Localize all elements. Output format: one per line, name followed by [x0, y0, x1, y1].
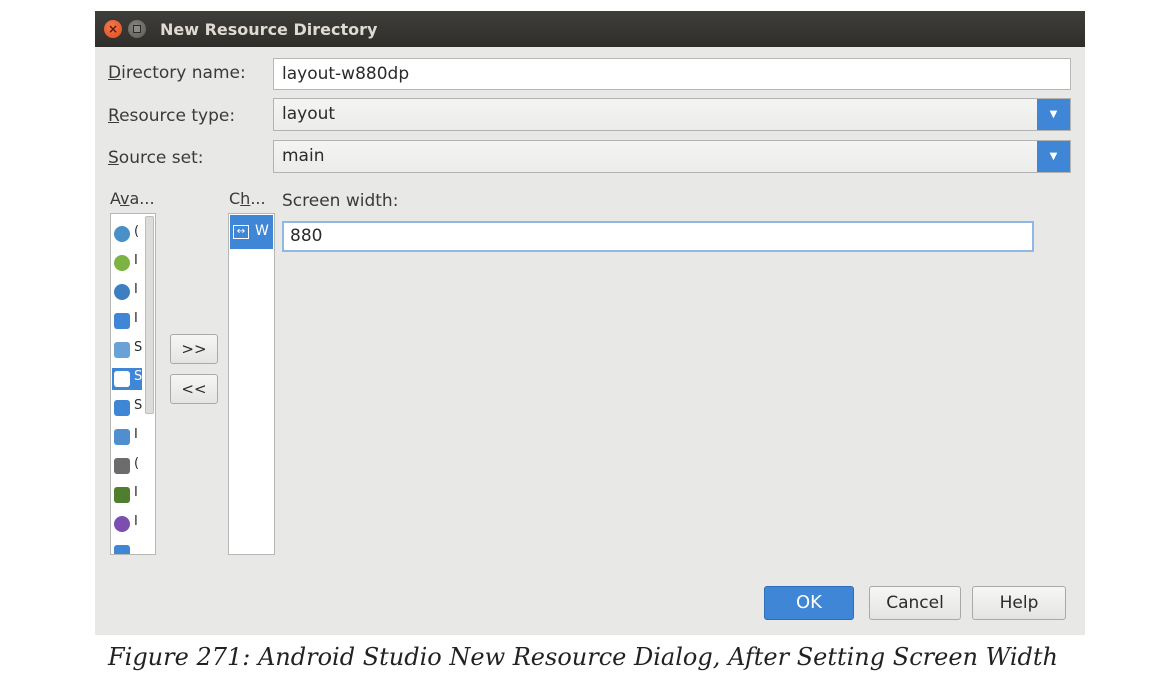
layout-direction-icon [114, 313, 130, 329]
source-set-label: Source set: [108, 148, 204, 168]
chosen-item-label: W [255, 223, 269, 239]
available-item[interactable]: I [112, 252, 142, 274]
network-code-icon [114, 255, 130, 271]
directory-name-input[interactable]: layout-w880dp [273, 58, 1071, 90]
cancel-button[interactable]: Cancel [869, 586, 961, 620]
chosen-item-screen-width[interactable]: ↔ W [230, 215, 273, 249]
resource-type-select[interactable]: layout ▼ [273, 98, 1071, 131]
available-list-scrollbar[interactable] [145, 216, 154, 414]
chosen-qualifiers-list[interactable]: ↔ W [228, 213, 275, 555]
screen-height-icon [114, 371, 130, 387]
available-item[interactable]: ( [112, 223, 142, 245]
available-item[interactable]: S [112, 397, 142, 419]
title-bar: × New Resource Directory [95, 11, 1085, 47]
available-item-label: I [134, 282, 138, 297]
chevron-down-icon[interactable]: ▼ [1037, 99, 1070, 130]
dialog-title: New Resource Directory [160, 20, 378, 39]
resource-type-value: layout [282, 104, 336, 124]
available-item[interactable]: I [112, 310, 142, 332]
available-qualifiers-header: Ava... [110, 189, 155, 208]
smallest-width-icon [114, 342, 130, 358]
orientation-icon [114, 458, 130, 474]
remove-qualifier-button[interactable]: << [170, 374, 218, 404]
available-item-label: ( [134, 224, 140, 239]
available-item-label: I [134, 427, 138, 442]
new-resource-directory-dialog: × New Resource Directory Directory name:… [95, 11, 1085, 635]
available-item-label: I [134, 514, 138, 529]
figure-caption: Figure 271: Android Studio New Resource … [107, 643, 1058, 671]
close-window-icon[interactable]: × [104, 20, 122, 38]
resource-type-label: Resource type: [108, 106, 236, 126]
available-item-label: I [134, 485, 138, 500]
available-item[interactable] [112, 542, 142, 554]
available-item[interactable]: I [112, 281, 142, 303]
available-item-label: I [134, 253, 138, 268]
screen-width-label: Screen width: [282, 191, 399, 211]
chosen-qualifiers-header: Ch... [229, 189, 266, 208]
help-button[interactable]: Help [972, 586, 1066, 620]
screen-width-input[interactable]: 880 [282, 221, 1034, 252]
available-item[interactable]: I [112, 484, 142, 506]
minimize-window-icon[interactable] [128, 20, 146, 38]
density-icon [114, 545, 130, 554]
available-item-label: I [134, 311, 138, 326]
available-item[interactable]: S [112, 339, 142, 361]
available-item-label: S [134, 398, 143, 413]
available-item-label: ( [134, 456, 140, 471]
available-item[interactable]: S [112, 368, 142, 390]
available-item-label: S [134, 369, 143, 384]
screen-width-icon: ↔ [233, 225, 249, 239]
country-code-icon [114, 226, 130, 242]
source-set-value: main [282, 146, 325, 166]
available-item[interactable]: I [112, 513, 142, 535]
screen-ratio-icon [114, 429, 130, 445]
locale-globe-icon [114, 284, 130, 300]
directory-name-label: Directory name: [108, 63, 246, 83]
available-item[interactable]: I [112, 426, 142, 448]
ok-button[interactable]: OK [764, 586, 854, 620]
ui-mode-icon [114, 487, 130, 503]
available-item-label: S [134, 340, 143, 355]
screen-size-icon [114, 400, 130, 416]
available-qualifiers-list[interactable]: (I I I S S S I(I I [110, 213, 156, 555]
available-item[interactable]: ( [112, 455, 142, 477]
source-set-select[interactable]: main ▼ [273, 140, 1071, 173]
chevron-down-icon[interactable]: ▼ [1037, 141, 1070, 172]
night-mode-icon [114, 516, 130, 532]
add-qualifier-button[interactable]: >> [170, 334, 218, 364]
